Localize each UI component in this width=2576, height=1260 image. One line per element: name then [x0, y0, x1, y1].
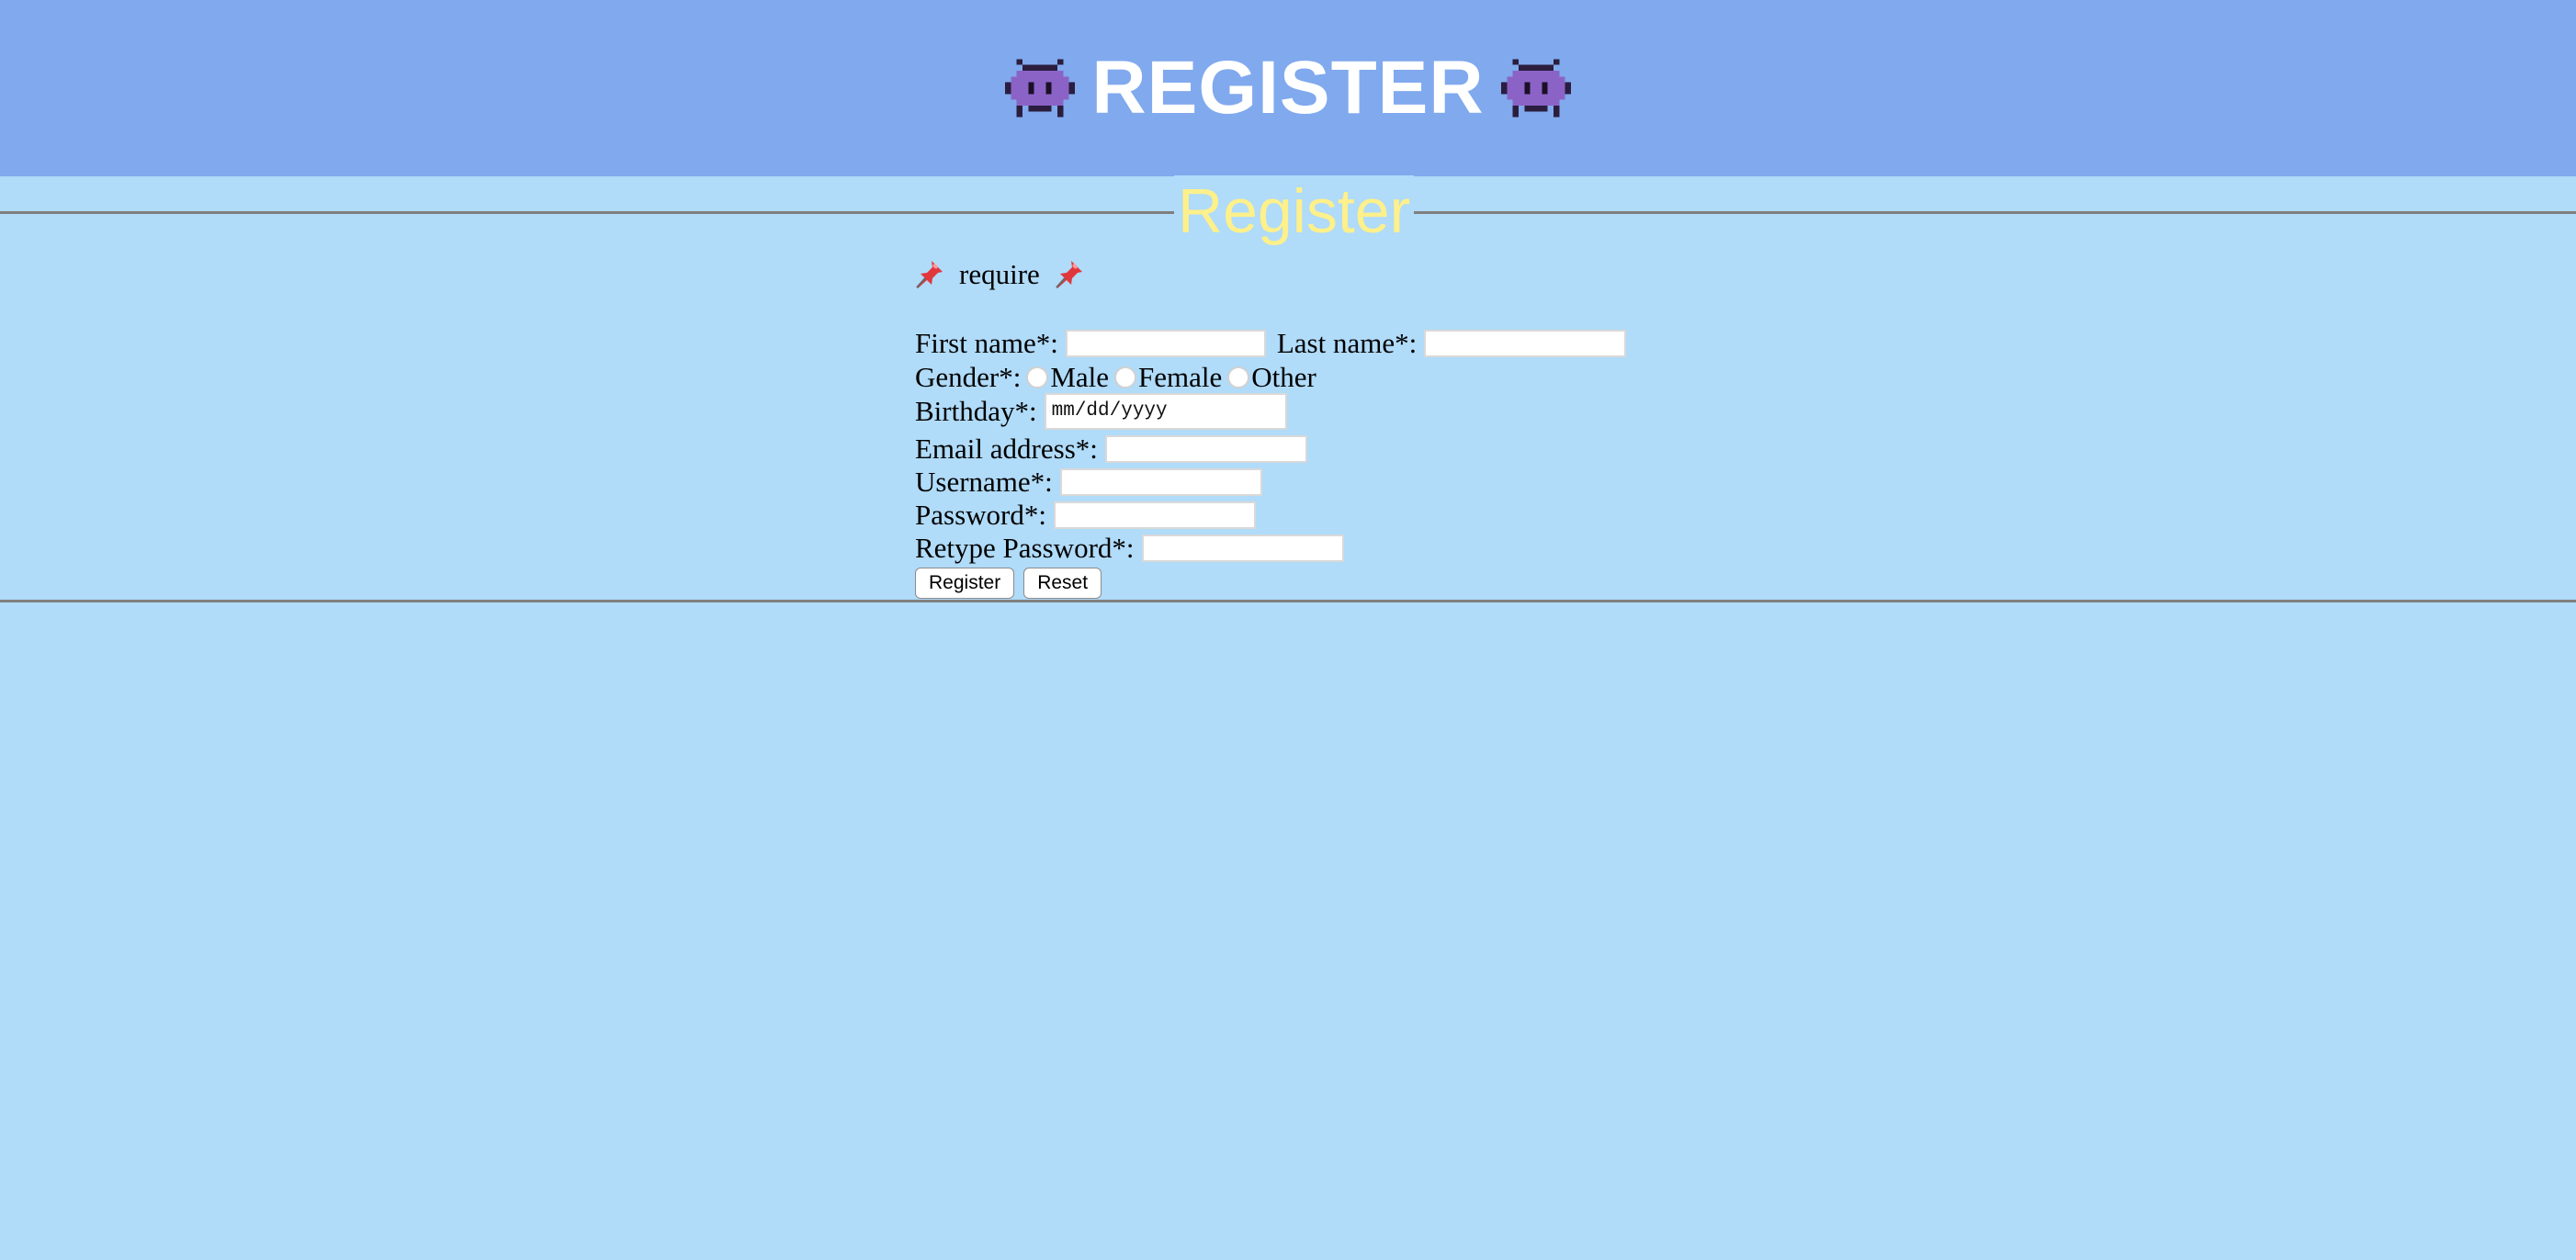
require-text: require	[959, 258, 1040, 290]
retype-password-input[interactable]	[1141, 534, 1344, 562]
password-label: Password*:	[915, 499, 1046, 531]
require-note: require	[915, 252, 1084, 298]
retype-password-row: Retype Password*:	[915, 532, 1344, 565]
password-input[interactable]	[1053, 501, 1256, 529]
email-input[interactable]	[1104, 435, 1307, 463]
fieldset-bottom-border	[0, 600, 2576, 602]
register-button[interactable]: Register	[915, 568, 1015, 599]
last-name-input[interactable]	[1424, 330, 1627, 357]
gender-label: Gender*:	[915, 361, 1022, 393]
gender-female-radio[interactable]	[1114, 366, 1137, 388]
gender-other-radio[interactable]	[1227, 366, 1250, 388]
username-label: Username*:	[915, 466, 1053, 498]
gender-other-label[interactable]: Other	[1251, 361, 1316, 394]
pushpin-icon	[1056, 261, 1082, 288]
page-title: REGISTER	[1091, 46, 1485, 129]
page-header: REGISTER	[0, 0, 2576, 176]
last-name-label: Last name*:	[1276, 327, 1418, 359]
register-form: require First name*: Last name*: Gender*…	[915, 252, 1627, 599]
retype-password-label: Retype Password*:	[915, 532, 1135, 564]
fieldset-legend: Register	[1174, 175, 1415, 247]
header-title-group: REGISTER	[1005, 46, 1571, 129]
reset-button[interactable]: Reset	[1023, 568, 1102, 599]
alien-monster-icon	[1500, 59, 1571, 118]
alien-monster-icon	[1005, 59, 1076, 118]
birthday-input[interactable]: mm/dd/yyyy	[1044, 393, 1287, 430]
gender-male-radio[interactable]	[1026, 366, 1049, 388]
gender-row: Gender*: Male Female Other	[915, 361, 1316, 394]
birthday-row: Birthday*: mm/dd/yyyy	[915, 393, 1287, 430]
name-row: First name*: Last name*:	[915, 327, 1627, 360]
birthday-label: Birthday*:	[915, 395, 1037, 427]
username-input[interactable]	[1059, 468, 1262, 496]
username-row: Username*:	[915, 466, 1262, 499]
first-name-input[interactable]	[1065, 330, 1266, 357]
gender-male-label[interactable]: Male	[1050, 361, 1109, 394]
password-row: Password*:	[915, 499, 1256, 532]
email-label: Email address*:	[915, 433, 1098, 465]
gender-female-label[interactable]: Female	[1138, 361, 1222, 394]
email-row: Email address*:	[915, 433, 1307, 466]
pushpin-icon	[916, 261, 943, 288]
form-buttons: Register Reset	[915, 568, 1102, 599]
first-name-label: First name*:	[915, 327, 1058, 359]
